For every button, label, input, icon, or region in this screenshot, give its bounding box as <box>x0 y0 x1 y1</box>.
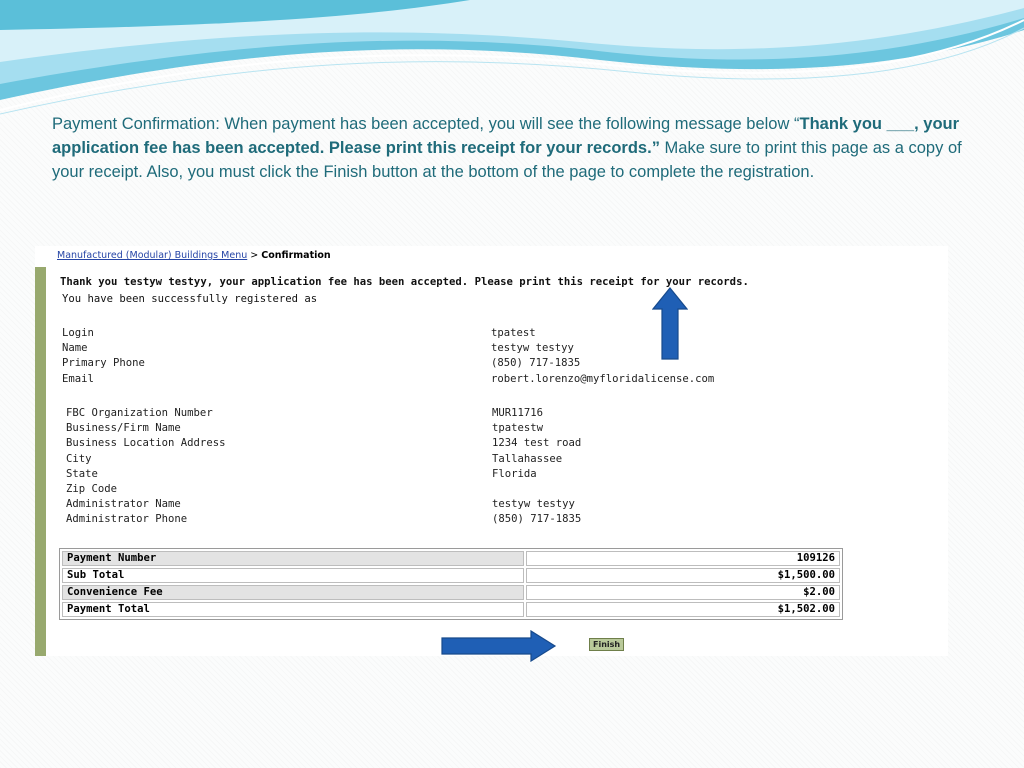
detail-row: Login tpatest <box>62 327 842 342</box>
detail-label: Zip Code <box>66 482 118 495</box>
detail-label: Email <box>62 372 94 385</box>
detail-label: Primary Phone <box>62 357 145 370</box>
detail-value: testyw testyy <box>492 498 575 511</box>
detail-row: City Tallahassee <box>66 453 846 468</box>
payment-row: Payment Total $1,502.00 <box>62 602 840 617</box>
detail-row: Email robert.lorenzo@myfloridalicense.com <box>62 373 842 388</box>
breadcrumb: Manufactured (Modular) Buildings Menu > … <box>57 250 331 261</box>
intro-paragraph: Payment Confirmation: When payment has b… <box>52 112 967 184</box>
breadcrumb-link-menu[interactable]: Manufactured (Modular) Buildings Menu <box>57 250 247 261</box>
confirmation-screenshot: Manufactured (Modular) Buildings Menu > … <box>35 246 948 656</box>
detail-value: tpatest <box>491 327 536 339</box>
registered-message: You have been successfully registered as <box>62 293 318 305</box>
detail-row: Business/Firm Name tpatestw <box>66 422 846 437</box>
breadcrumb-current: Confirmation <box>261 250 331 261</box>
breadcrumb-separator: > <box>250 250 259 261</box>
detail-label: State <box>66 467 98 480</box>
user-details: Login tpatest Name testyw testyy Primary P… <box>62 327 842 388</box>
detail-label: FBC Organization Number <box>66 407 213 419</box>
detail-row: Primary Phone (850) 717-1835 <box>62 357 842 372</box>
detail-value: robert.lorenzo@myfloridalicense.com <box>491 372 715 385</box>
detail-row: FBC Organization Number MUR11716 <box>66 407 846 422</box>
detail-value: MUR11716 <box>492 407 544 419</box>
detail-value: Florida <box>492 467 537 480</box>
payment-table: Payment Number 109126 Sub Total $1,500.00 … <box>59 548 843 620</box>
detail-value: (850) 717-1835 <box>492 513 582 526</box>
detail-row: Business Location Address 1234 test road <box>66 437 846 452</box>
detail-label: Administrator Name <box>66 498 181 511</box>
intro-lead: Payment Confirmation: When payment has b… <box>52 115 800 133</box>
detail-label: Business Location Address <box>66 437 226 450</box>
detail-row: Zip Code <box>66 483 846 498</box>
detail-label: Login <box>62 327 94 339</box>
detail-label: City <box>66 452 92 465</box>
payment-row: Payment Number 109126 <box>62 551 840 566</box>
detail-value: (850) 717-1835 <box>491 357 581 370</box>
thank-you-message: Thank you testyw testyy, your applicatio… <box>60 276 749 288</box>
header-wave-decoration <box>0 0 1024 115</box>
payment-value: $1,502.00 <box>526 602 840 617</box>
finish-button[interactable]: Finish <box>589 638 625 651</box>
detail-value: testyw testyy <box>491 342 574 355</box>
payment-label: Sub Total <box>62 568 524 583</box>
detail-label: Name <box>62 342 88 355</box>
payment-value: $2.00 <box>526 585 840 600</box>
payment-row: Convenience Fee $2.00 <box>62 585 840 600</box>
payment-label: Convenience Fee <box>62 585 524 600</box>
detail-value: tpatestw <box>492 422 544 435</box>
payment-value: 109126 <box>526 551 840 566</box>
payment-label: Payment Number <box>62 551 524 566</box>
green-side-bar <box>35 267 46 656</box>
detail-row: Name testyw testyy <box>62 342 842 357</box>
business-details: FBC Organization Number MUR11716 Business… <box>66 407 846 529</box>
detail-label: Administrator Phone <box>66 513 188 526</box>
detail-row: Administrator Phone (850) 717-1835 <box>66 513 846 528</box>
detail-value: Tallahassee <box>492 452 563 465</box>
detail-row: Administrator Name testyw testyy <box>66 498 846 513</box>
up-arrow-icon <box>652 287 688 360</box>
detail-row: State Florida <box>66 468 846 483</box>
payment-value: $1,500.00 <box>526 568 840 583</box>
detail-label: Business/Firm Name <box>66 422 181 435</box>
detail-value: 1234 test road <box>492 437 582 450</box>
payment-label: Payment Total <box>62 602 524 617</box>
payment-row: Sub Total $1,500.00 <box>62 568 840 583</box>
right-arrow-icon <box>441 630 557 662</box>
